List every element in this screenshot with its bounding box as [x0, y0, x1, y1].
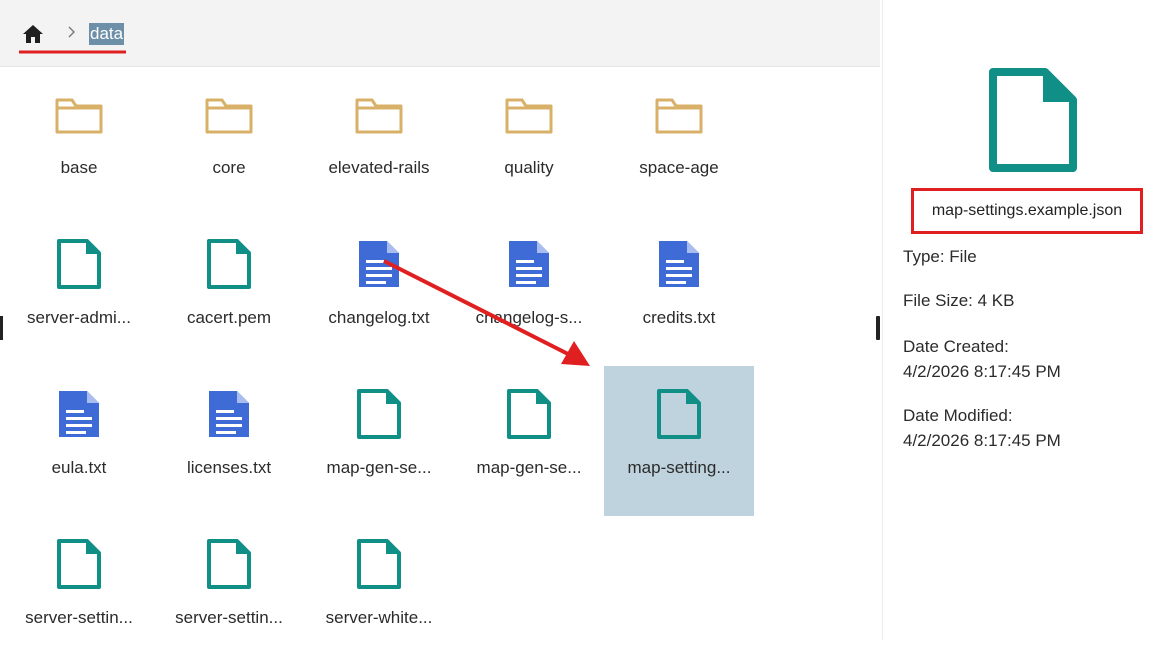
file-icon: [504, 388, 554, 440]
item-label: server-settin...: [175, 608, 283, 627]
item-label: server-admi...: [27, 308, 131, 327]
item-label: eula.txt: [51, 458, 107, 477]
folder-icon: [354, 88, 404, 140]
item-label: space-age: [639, 158, 719, 177]
item-label: cacert.pem: [186, 308, 272, 327]
file-item[interactable]: map-gen-se...: [454, 366, 604, 516]
file-icon: [989, 68, 1077, 172]
folder-icon: [204, 88, 254, 140]
details-type: Type: File: [903, 247, 977, 266]
file-item[interactable]: server-admi...: [4, 216, 154, 366]
file-icon: [54, 238, 104, 290]
file-grid: base core elevated-rails quality space-age se…: [0, 66, 880, 640]
file-icon: [204, 538, 254, 590]
text-file-icon: [204, 388, 254, 440]
file-item[interactable]: changelog.txt: [304, 216, 454, 366]
file-item[interactable]: licenses.txt: [154, 366, 304, 516]
folder-icon: [654, 88, 704, 140]
details-modified-label: Date Modified:: [903, 406, 1013, 425]
file-item[interactable]: map-gen-se...: [304, 366, 454, 516]
file-icon: [354, 538, 404, 590]
file-item[interactable]: server-white...: [304, 516, 454, 666]
pane-splitter[interactable]: [876, 316, 880, 340]
file-item[interactable]: server-settin...: [154, 516, 304, 666]
file-item[interactable]: credits.txt: [604, 216, 754, 366]
home-icon[interactable]: [22, 24, 44, 44]
file-item[interactable]: cacert.pem: [154, 216, 304, 366]
file-item[interactable]: eula.txt: [4, 366, 154, 516]
file-icon: [354, 388, 404, 440]
file-item[interactable]: server-settin...: [4, 516, 154, 666]
text-file-icon: [504, 238, 554, 290]
item-label: core: [212, 158, 246, 177]
item-label: map-setting...: [627, 458, 731, 477]
folder-item[interactable]: quality: [454, 66, 604, 216]
text-file-icon: [54, 388, 104, 440]
details-modified-value: 4/2/2026 8:17:45 PM: [903, 431, 1061, 450]
details-created-value: 4/2/2026 8:17:45 PM: [903, 362, 1061, 381]
details-created-label: Date Created:: [903, 337, 1009, 356]
folder-item[interactable]: space-age: [604, 66, 754, 216]
details-pane: map-settings.example.json Type: File Fil…: [882, 0, 1175, 640]
text-file-icon: [654, 238, 704, 290]
item-label: quality: [504, 158, 554, 177]
breadcrumb-current[interactable]: data: [89, 23, 125, 45]
item-label: elevated-rails: [328, 158, 430, 177]
item-label: changelog-s...: [475, 308, 583, 327]
item-label: credits.txt: [642, 308, 716, 327]
file-icon: [204, 238, 254, 290]
folder-icon: [54, 88, 104, 140]
item-label: map-gen-se...: [326, 458, 432, 477]
file-item[interactable]: map-setting...: [604, 366, 754, 516]
scroll-handle[interactable]: [0, 316, 3, 340]
folder-item[interactable]: elevated-rails: [304, 66, 454, 216]
details-filename: map-settings.example.json: [911, 188, 1143, 234]
folder-icon: [504, 88, 554, 140]
file-icon: [654, 388, 704, 440]
file-item[interactable]: changelog-s...: [454, 216, 604, 366]
file-icon: [54, 538, 104, 590]
item-label: licenses.txt: [186, 458, 272, 477]
chevron-right-icon: [68, 26, 75, 38]
item-label: server-settin...: [25, 608, 133, 627]
item-label: changelog.txt: [328, 308, 430, 327]
item-label: server-white...: [325, 608, 433, 627]
item-label: map-gen-se...: [476, 458, 582, 477]
folder-item[interactable]: core: [154, 66, 304, 216]
breadcrumb: data: [0, 0, 880, 67]
text-file-icon: [354, 238, 404, 290]
file-browser: data base core elevated-rails quality space-…: [0, 0, 880, 640]
details-size: File Size: 4 KB: [903, 291, 1015, 310]
folder-item[interactable]: base: [4, 66, 154, 216]
item-label: base: [60, 158, 98, 177]
